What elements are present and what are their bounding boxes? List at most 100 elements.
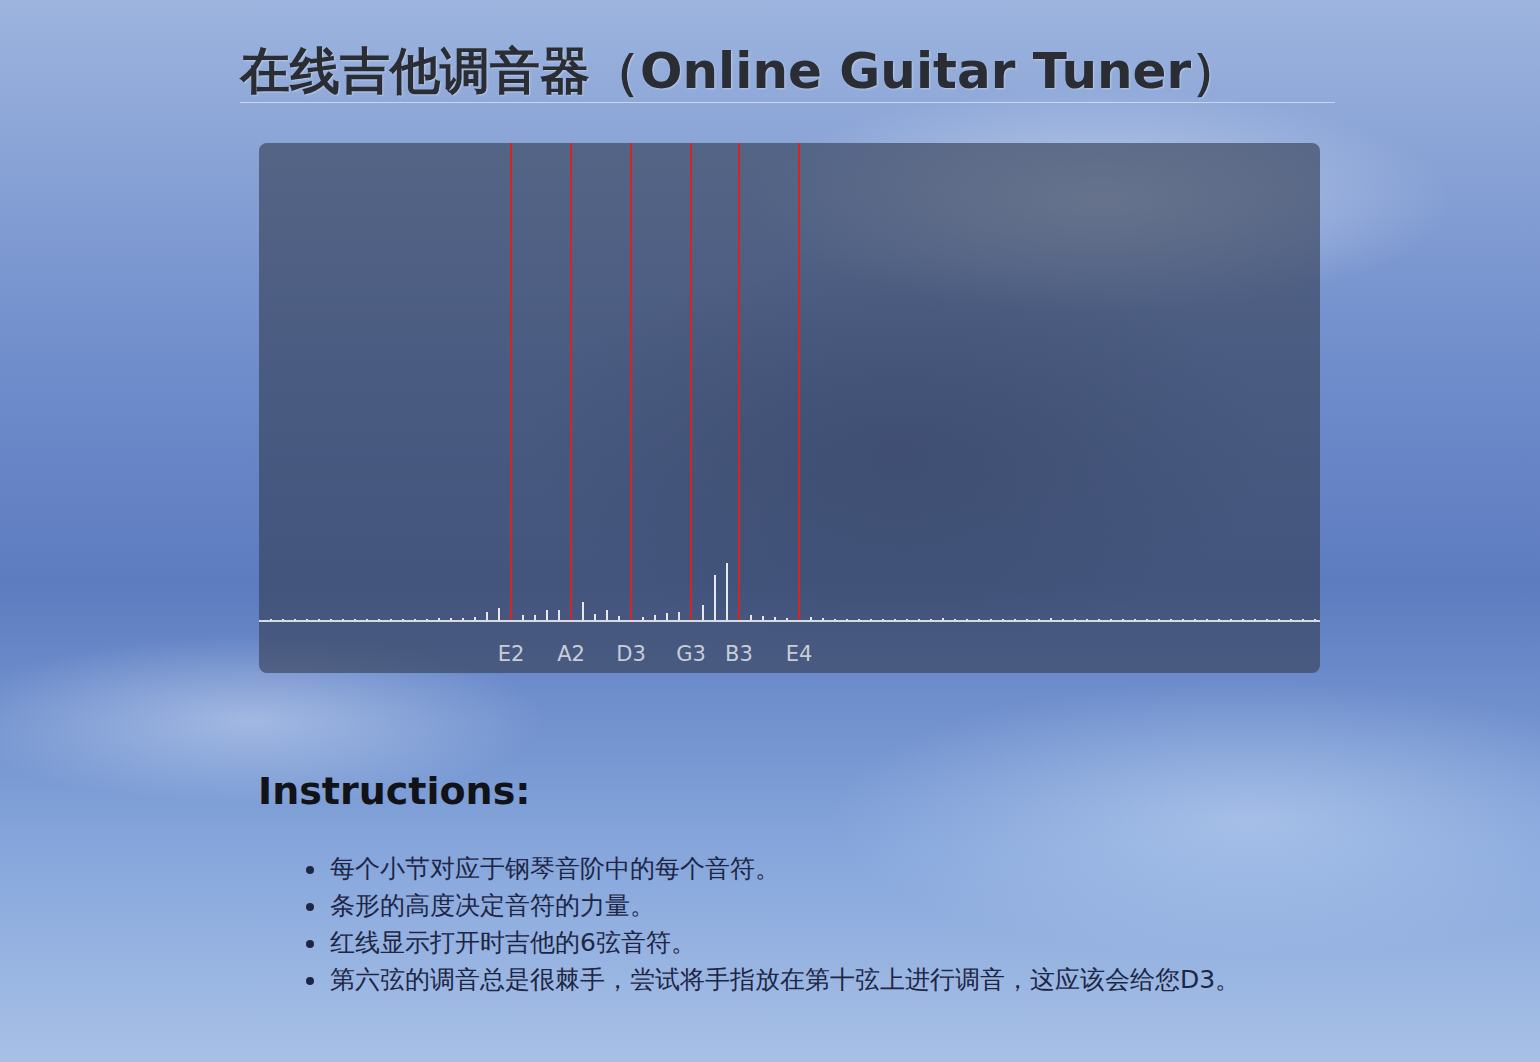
spectrum-bar (714, 575, 716, 620)
spectrum-bar (1218, 619, 1220, 620)
spectrum-bar (1314, 619, 1316, 620)
spectrum-bar (1122, 619, 1124, 620)
spectrum-bar (270, 619, 272, 620)
spectrum-bar (846, 619, 848, 620)
spectrum-bar (462, 618, 464, 620)
page-title: 在线吉他调音器（Online Guitar Tuner） (240, 40, 1335, 102)
spectrum-bar (1062, 619, 1064, 620)
spectrum-bar (558, 610, 560, 620)
spectrum-bar (966, 619, 968, 620)
spectrum-bar (582, 602, 584, 620)
spectrum-bar (486, 612, 488, 620)
spectrum-chart: E2 A2 D3 G3 B3 E4 (259, 143, 1320, 673)
spectrum-bar (1050, 618, 1052, 620)
spectrum-bar (930, 619, 932, 620)
spectrum-bar (906, 619, 908, 620)
spectrum-bar (1110, 619, 1112, 620)
spectrum-bar (894, 619, 896, 620)
title-bar: 在线吉他调音器（Online Guitar Tuner） (240, 40, 1335, 103)
spectrum-bar (426, 619, 428, 620)
string-label: A2 (557, 642, 585, 666)
instruction-item: 红线显示打开时吉他的6弦音符。 (328, 924, 1298, 961)
spectrum-bar (762, 616, 764, 620)
spectrum-bar (474, 617, 476, 620)
spectrum-bar (870, 619, 872, 620)
spectrum-bar (666, 613, 668, 620)
page: 在线吉他调音器（Online Guitar Tuner） E2 A2 D3 G3 B3 E4… (0, 0, 1540, 1062)
spectrum-bar (990, 619, 992, 620)
spectrum-bar (702, 605, 704, 620)
spectrum-bar (1086, 619, 1088, 620)
spectrum-bar (1230, 619, 1232, 620)
spectrum-bar (390, 619, 392, 620)
spectrum-bar (306, 619, 308, 620)
spectrum-bar (978, 619, 980, 620)
spectrum-bar (774, 617, 776, 620)
spectrum-bar (282, 619, 284, 620)
spectrum-bar (918, 619, 920, 620)
string-line (630, 143, 632, 620)
spectrum-bar (546, 610, 548, 620)
spectrum-bar (858, 619, 860, 620)
spectrum-bar (342, 619, 344, 620)
spectrum-bar (786, 618, 788, 620)
string-label: B3 (725, 642, 753, 666)
instructions: Instructions: 每个小节对应于钢琴音阶中的每个音符。条形的高度决定音符… (258, 768, 1540, 998)
spectrum-bar (1170, 619, 1172, 620)
spectrum-bar (1254, 619, 1256, 620)
spectrum-bar (1038, 619, 1040, 620)
spectrum-bar (678, 612, 680, 620)
tuner-panel: E2 A2 D3 G3 B3 E4 (259, 143, 1320, 673)
spectrum-bar (1098, 619, 1100, 620)
spectrum-bar (1146, 619, 1148, 620)
baseline (259, 620, 1320, 622)
spectrum-bar (750, 615, 752, 620)
spectrum-bar (498, 608, 500, 620)
spectrum-bar (354, 619, 356, 620)
string-line (510, 143, 512, 620)
instruction-item: 每个小节对应于钢琴音阶中的每个音符。 (328, 850, 1298, 887)
string-line (570, 143, 572, 620)
spectrum-bar (330, 619, 332, 620)
spectrum-bar (642, 617, 644, 620)
string-line (738, 143, 740, 620)
spectrum-bar (1242, 619, 1244, 620)
spectrum-bar (1026, 619, 1028, 620)
spectrum-bar (1134, 619, 1136, 620)
spectrum-bar (522, 615, 524, 620)
spectrum-bar (1182, 619, 1184, 620)
string-line (690, 143, 692, 620)
spectrum-bar (726, 563, 728, 620)
spectrum-bar (366, 619, 368, 620)
spectrum-bar (1302, 619, 1304, 620)
spectrum-bar (810, 617, 812, 620)
spectrum-bar (942, 618, 944, 620)
spectrum-bar (606, 610, 608, 620)
spectrum-bar (378, 619, 380, 620)
instruction-item: 条形的高度决定音符的力量。 (328, 887, 1298, 924)
spectrum-bar (414, 619, 416, 620)
spectrum-bar (834, 619, 836, 620)
string-label: D3 (616, 642, 646, 666)
spectrum-bar (1014, 619, 1016, 620)
string-label: G3 (676, 642, 706, 666)
spectrum-bar (294, 619, 296, 620)
instructions-list: 每个小节对应于钢琴音阶中的每个音符。条形的高度决定音符的力量。红线显示打开时吉他… (258, 850, 1298, 998)
spectrum-bar (318, 619, 320, 620)
spectrum-bar (534, 615, 536, 620)
spectrum-bar (822, 618, 824, 620)
spectrum-bar (1206, 619, 1208, 620)
spectrum-bar (1158, 619, 1160, 620)
spectrum-bar (1278, 619, 1280, 620)
instructions-heading: Instructions: (258, 768, 1540, 814)
string-label: E2 (498, 642, 525, 666)
string-label: E4 (786, 642, 813, 666)
spectrum-bar (618, 616, 620, 620)
instruction-item: 第六弦的调音总是很棘手，尝试将手指放在第十弦上进行调音，这应该会给您D3。 (328, 961, 1298, 998)
string-line (798, 143, 800, 620)
spectrum-bar (1002, 619, 1004, 620)
spectrum-bar (1266, 619, 1268, 620)
spectrum-bar (1290, 619, 1292, 620)
spectrum-bar (954, 619, 956, 620)
spectrum-bar (654, 615, 656, 620)
